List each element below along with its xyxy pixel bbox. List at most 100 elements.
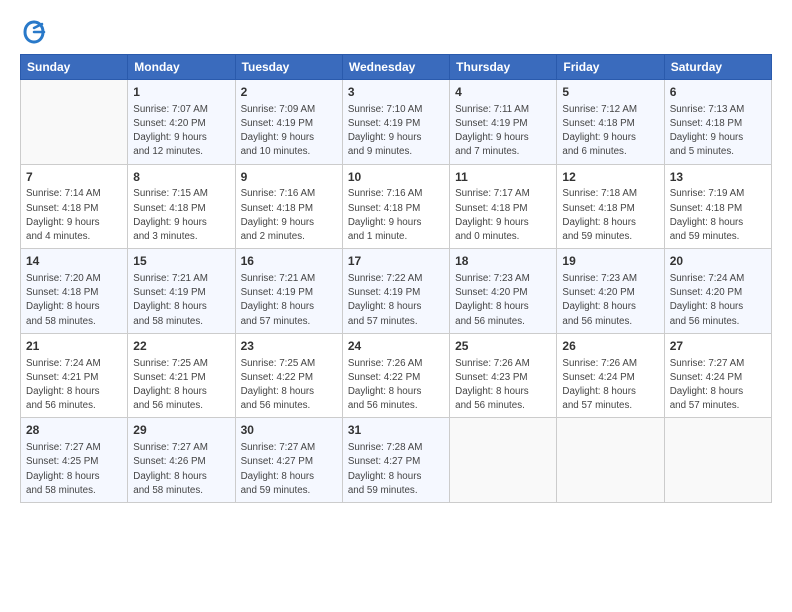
day-info: Sunrise: 7:09 AM Sunset: 4:19 PM Dayligh…: [241, 103, 337, 160]
day-number: 17: [348, 253, 444, 270]
header-saturday: Saturday: [664, 55, 771, 80]
cell-w1-d5: 4 Sunrise: 7:11 AM Sunset: 4:19 PM Daylig…: [450, 80, 557, 165]
header-wednesday: Wednesday: [342, 55, 449, 80]
day-number: 1: [133, 84, 229, 101]
week-row-2: 7Sunrise: 7:14 AM Sunset: 4:18 PM Daylig…: [21, 164, 772, 249]
calendar-body: 1 Sunrise: 7:07 AM Sunset: 4:20 PM Daylig…: [21, 80, 772, 503]
header-tuesday: Tuesday: [235, 55, 342, 80]
cell-w3-d1: 14 Sunrise: 7:20 AM Sunset: 4:18 PM Dayli…: [21, 249, 128, 334]
cell-w3-d7: 20 Sunrise: 7:24 AM Sunset: 4:20 PM Dayli…: [664, 249, 771, 334]
day-number: 19: [562, 253, 658, 270]
day-number: 10: [348, 169, 444, 186]
day-number: 5: [562, 84, 658, 101]
cell-w3-d2: 15 Sunrise: 7:21 AM Sunset: 4:19 PM Dayli…: [128, 249, 235, 334]
header: [20, 18, 772, 46]
calendar-header: SundayMondayTuesdayWednesdayThursdayFrid…: [21, 55, 772, 80]
day-number: 4: [455, 84, 551, 101]
day-info: Sunrise: 7:26 AM Sunset: 4:23 PM Dayligh…: [455, 357, 551, 414]
cell-w4-d4: 24Sunrise: 7:26 AM Sunset: 4:22 PM Dayli…: [342, 333, 449, 418]
cell-w3-d3: 16 Sunrise: 7:21 AM Sunset: 4:19 PM Dayli…: [235, 249, 342, 334]
day-number: 6: [670, 84, 766, 101]
day-info: Sunrise: 7:25 AM Sunset: 4:22 PM Dayligh…: [241, 357, 337, 414]
cell-w2-d2: 8Sunrise: 7:15 AM Sunset: 4:18 PM Daylig…: [128, 164, 235, 249]
day-number: 8: [133, 169, 229, 186]
cell-w1-d2: 1 Sunrise: 7:07 AM Sunset: 4:20 PM Daylig…: [128, 80, 235, 165]
week-row-1: 1 Sunrise: 7:07 AM Sunset: 4:20 PM Daylig…: [21, 80, 772, 165]
day-number: 31: [348, 422, 444, 439]
day-info: Sunrise: 7:25 AM Sunset: 4:21 PM Dayligh…: [133, 357, 229, 414]
day-info: Sunrise: 7:13 AM Sunset: 4:18 PM Dayligh…: [670, 103, 766, 160]
day-info: Sunrise: 7:24 AM Sunset: 4:20 PM Dayligh…: [670, 272, 766, 329]
day-info: Sunrise: 7:11 AM Sunset: 4:19 PM Dayligh…: [455, 103, 551, 160]
day-info: Sunrise: 7:07 AM Sunset: 4:20 PM Dayligh…: [133, 103, 229, 160]
day-number: 9: [241, 169, 337, 186]
header-row: SundayMondayTuesdayWednesdayThursdayFrid…: [21, 55, 772, 80]
day-number: 11: [455, 169, 551, 186]
cell-w2-d6: 12Sunrise: 7:18 AM Sunset: 4:18 PM Dayli…: [557, 164, 664, 249]
day-number: 23: [241, 338, 337, 355]
cell-w4-d2: 22 Sunrise: 7:25 AM Sunset: 4:21 PM Dayli…: [128, 333, 235, 418]
cell-w1-d7: 6 Sunrise: 7:13 AM Sunset: 4:18 PM Daylig…: [664, 80, 771, 165]
day-number: 13: [670, 169, 766, 186]
cell-w5-d6: [557, 418, 664, 503]
day-info: Sunrise: 7:17 AM Sunset: 4:18 PM Dayligh…: [455, 187, 551, 244]
day-number: 22: [133, 338, 229, 355]
cell-w4-d5: 25 Sunrise: 7:26 AM Sunset: 4:23 PM Dayli…: [450, 333, 557, 418]
day-number: 20: [670, 253, 766, 270]
day-info: Sunrise: 7:27 AM Sunset: 4:26 PM Dayligh…: [133, 441, 229, 498]
cell-w5-d1: 28 Sunrise: 7:27 AM Sunset: 4:25 PM Dayli…: [21, 418, 128, 503]
day-info: Sunrise: 7:21 AM Sunset: 4:19 PM Dayligh…: [241, 272, 337, 329]
day-info: Sunrise: 7:22 AM Sunset: 4:19 PM Dayligh…: [348, 272, 444, 329]
cell-w1-d3: 2 Sunrise: 7:09 AM Sunset: 4:19 PM Daylig…: [235, 80, 342, 165]
day-number: 29: [133, 422, 229, 439]
week-row-5: 28 Sunrise: 7:27 AM Sunset: 4:25 PM Dayli…: [21, 418, 772, 503]
day-info: Sunrise: 7:16 AM Sunset: 4:18 PM Dayligh…: [241, 187, 337, 244]
day-info: Sunrise: 7:19 AM Sunset: 4:18 PM Dayligh…: [670, 187, 766, 244]
day-info: Sunrise: 7:10 AM Sunset: 4:19 PM Dayligh…: [348, 103, 444, 160]
cell-w4-d1: 21Sunrise: 7:24 AM Sunset: 4:21 PM Dayli…: [21, 333, 128, 418]
day-info: Sunrise: 7:27 AM Sunset: 4:25 PM Dayligh…: [26, 441, 122, 498]
day-info: Sunrise: 7:27 AM Sunset: 4:24 PM Dayligh…: [670, 357, 766, 414]
cell-w2-d1: 7Sunrise: 7:14 AM Sunset: 4:18 PM Daylig…: [21, 164, 128, 249]
day-number: 30: [241, 422, 337, 439]
day-info: Sunrise: 7:23 AM Sunset: 4:20 PM Dayligh…: [562, 272, 658, 329]
cell-w3-d5: 18 Sunrise: 7:23 AM Sunset: 4:20 PM Dayli…: [450, 249, 557, 334]
cell-w2-d7: 13Sunrise: 7:19 AM Sunset: 4:18 PM Dayli…: [664, 164, 771, 249]
logo-icon: [20, 18, 48, 46]
day-info: Sunrise: 7:18 AM Sunset: 4:18 PM Dayligh…: [562, 187, 658, 244]
day-number: 2: [241, 84, 337, 101]
cell-w3-d4: 17 Sunrise: 7:22 AM Sunset: 4:19 PM Dayli…: [342, 249, 449, 334]
day-info: Sunrise: 7:26 AM Sunset: 4:24 PM Dayligh…: [562, 357, 658, 414]
week-row-3: 14 Sunrise: 7:20 AM Sunset: 4:18 PM Dayli…: [21, 249, 772, 334]
cell-w4-d7: 27Sunrise: 7:27 AM Sunset: 4:24 PM Dayli…: [664, 333, 771, 418]
day-info: Sunrise: 7:20 AM Sunset: 4:18 PM Dayligh…: [26, 272, 122, 329]
day-number: 7: [26, 169, 122, 186]
day-info: Sunrise: 7:21 AM Sunset: 4:19 PM Dayligh…: [133, 272, 229, 329]
cell-w2-d5: 11Sunrise: 7:17 AM Sunset: 4:18 PM Dayli…: [450, 164, 557, 249]
day-number: 25: [455, 338, 551, 355]
day-info: Sunrise: 7:23 AM Sunset: 4:20 PM Dayligh…: [455, 272, 551, 329]
day-number: 12: [562, 169, 658, 186]
day-info: Sunrise: 7:24 AM Sunset: 4:21 PM Dayligh…: [26, 357, 122, 414]
day-info: Sunrise: 7:15 AM Sunset: 4:18 PM Dayligh…: [133, 187, 229, 244]
cell-w5-d5: [450, 418, 557, 503]
cell-w1-d1: [21, 80, 128, 165]
day-number: 26: [562, 338, 658, 355]
day-number: 28: [26, 422, 122, 439]
day-number: 3: [348, 84, 444, 101]
calendar-table: SundayMondayTuesdayWednesdayThursdayFrid…: [20, 54, 772, 503]
cell-w5-d7: [664, 418, 771, 503]
header-thursday: Thursday: [450, 55, 557, 80]
day-info: Sunrise: 7:16 AM Sunset: 4:18 PM Dayligh…: [348, 187, 444, 244]
header-monday: Monday: [128, 55, 235, 80]
logo: [20, 18, 52, 46]
day-number: 15: [133, 253, 229, 270]
day-number: 18: [455, 253, 551, 270]
cell-w5-d2: 29 Sunrise: 7:27 AM Sunset: 4:26 PM Dayli…: [128, 418, 235, 503]
cell-w2-d4: 10Sunrise: 7:16 AM Sunset: 4:18 PM Dayli…: [342, 164, 449, 249]
day-number: 16: [241, 253, 337, 270]
day-info: Sunrise: 7:28 AM Sunset: 4:27 PM Dayligh…: [348, 441, 444, 498]
day-number: 14: [26, 253, 122, 270]
page: SundayMondayTuesdayWednesdayThursdayFrid…: [0, 0, 792, 513]
week-row-4: 21Sunrise: 7:24 AM Sunset: 4:21 PM Dayli…: [21, 333, 772, 418]
